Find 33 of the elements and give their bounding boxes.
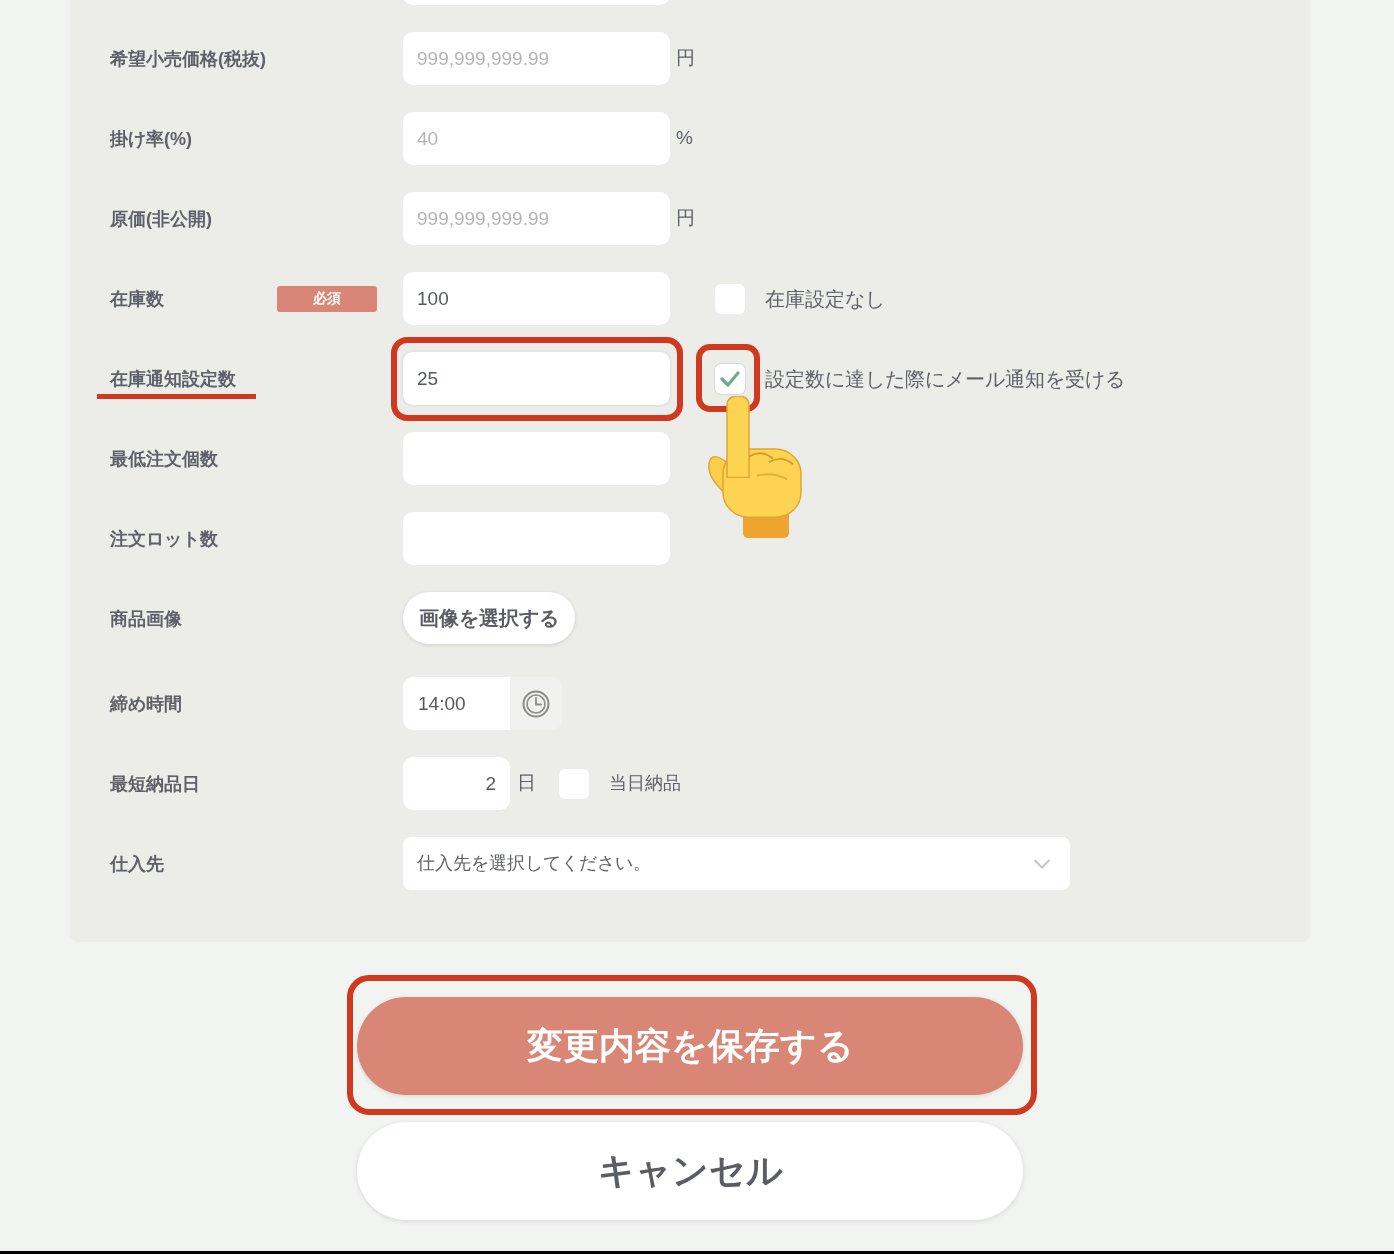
required-badge: 必須 [277, 285, 377, 312]
unit-label: 円 [676, 206, 695, 231]
field-label: 商品画像 [110, 607, 182, 631]
field-label: 在庫通知設定数 [110, 367, 236, 391]
clock-button[interactable] [510, 677, 562, 730]
field-label: 原価(非公開) [110, 207, 212, 231]
text-field[interactable]: 25 [403, 352, 670, 405]
check-icon [720, 370, 740, 387]
checkbox-label: 在庫設定なし [765, 286, 885, 312]
field-label: 在庫数 [110, 287, 164, 311]
field-label: 注文ロット数 [110, 527, 218, 551]
text-field[interactable]: 999,999,999.99 [403, 192, 670, 245]
checkbox-label: 当日納品 [609, 772, 681, 795]
supplier-select[interactable]: 仕入先を選択してください。 [403, 837, 1070, 890]
unit-label: 円 [676, 46, 695, 71]
cancel-button[interactable]: キャンセル [357, 1122, 1023, 1220]
days-field[interactable]: 2 [403, 757, 510, 810]
field-label: 最短納品日 [110, 772, 200, 796]
time-field[interactable]: 14:00 [403, 677, 510, 730]
checkbox-label: 設定数に達した際にメール通知を受ける [765, 366, 1125, 392]
unit-label: 日 [517, 771, 536, 796]
field-label: 希望小売価格(税抜) [110, 47, 266, 71]
clock-icon [522, 689, 550, 718]
field-label: 仕入先 [110, 852, 164, 876]
field-label: 掛け率(%) [110, 127, 192, 151]
text-field[interactable]: 40 [403, 112, 670, 165]
field-label: 最低注文個数 [110, 447, 218, 471]
field-label: 締め時間 [110, 692, 182, 716]
text-field[interactable]: 100 [403, 272, 670, 325]
text-field[interactable]: 999,999,999.99 [403, 32, 670, 85]
select-image-button[interactable]: 画像を選択する [403, 592, 575, 644]
checkbox[interactable] [715, 363, 745, 394]
unit-label: % [676, 126, 693, 151]
